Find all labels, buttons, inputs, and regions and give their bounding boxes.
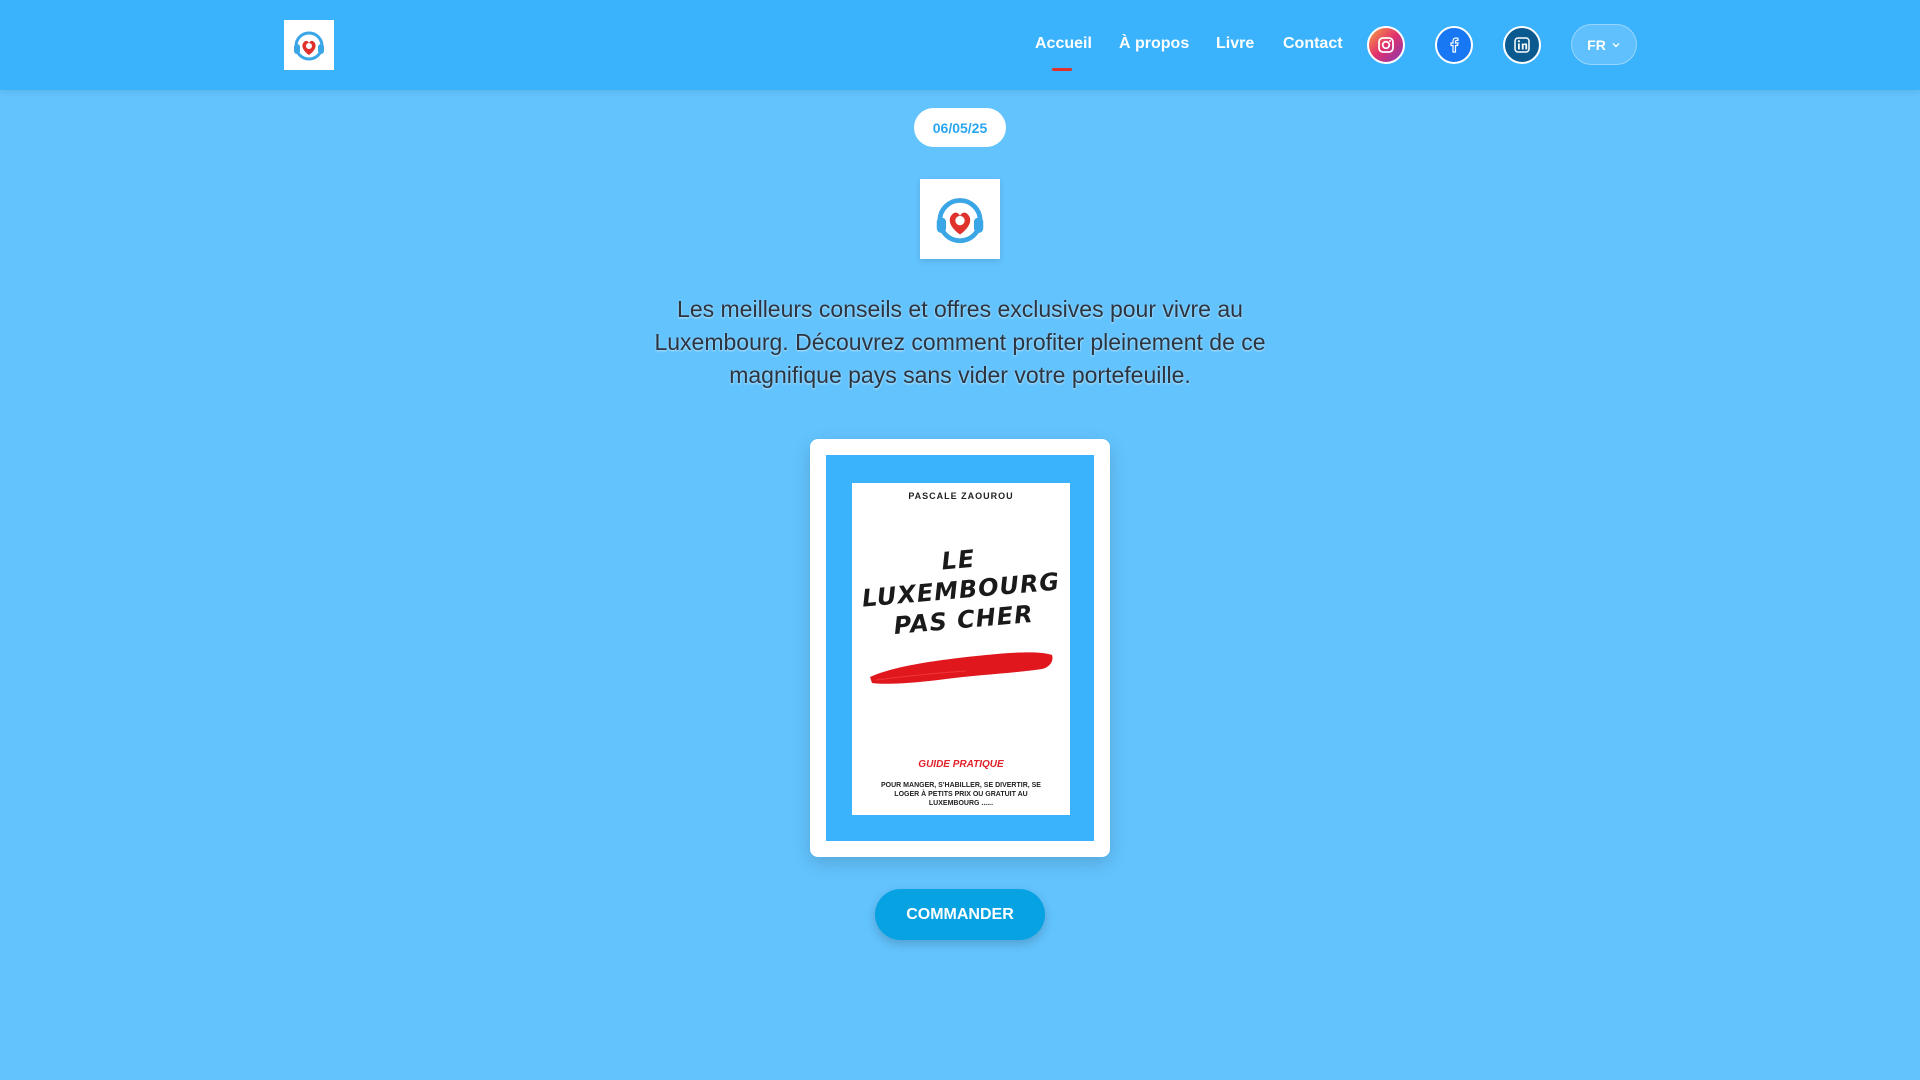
facebook-icon	[1450, 37, 1459, 53]
headset-heart-logo-icon	[936, 198, 984, 244]
book-author: PASCALE ZAOUROU	[908, 491, 1014, 501]
chevron-down-icon	[1612, 42, 1620, 47]
hero-tagline: Les meilleurs conseils et offres exclusi…	[654, 296, 1266, 388]
language-label: FR	[1587, 36, 1606, 53]
instagram-icon	[1378, 37, 1394, 53]
nav-contact[interactable]: Contact	[1283, 35, 1343, 53]
linkedin-icon	[1514, 37, 1530, 53]
headset-heart-logo-icon	[294, 31, 324, 61]
hero-logo	[920, 179, 1000, 259]
book-subtitle: GUIDE PRATIQUE	[918, 759, 1004, 770]
book-title: LE LUXEMBOURG PAS CHER	[848, 536, 1073, 645]
book-cover-background: PASCALE ZAOUROU LE LUXEMBOURG PAS CHER G…	[826, 455, 1094, 841]
nav-home[interactable]: Accueil	[1035, 35, 1092, 53]
book-description: POUR MANGER, S'HABILLER, SE DIVERTIR, SE…	[881, 782, 1041, 807]
order-button[interactable]: COMMANDER	[875, 889, 1045, 940]
nav-active-underline	[1052, 68, 1072, 71]
book-cover: PASCALE ZAOUROU LE LUXEMBOURG PAS CHER G…	[852, 483, 1070, 815]
language-selector[interactable]: FR	[1571, 24, 1637, 65]
nav-about[interactable]: À propos	[1119, 35, 1189, 53]
nav-book[interactable]: Livre	[1216, 35, 1254, 53]
red-brush-stroke	[870, 652, 1053, 684]
date-badge: 06/05/25	[914, 108, 1006, 147]
instagram-button[interactable]	[1367, 26, 1405, 64]
book-card[interactable]: PASCALE ZAOUROU LE LUXEMBOURG PAS CHER G…	[810, 439, 1110, 857]
site-header: Accueil À propos Livre Contact FR	[0, 0, 1920, 90]
site-logo[interactable]	[284, 20, 334, 70]
facebook-button[interactable]	[1435, 26, 1473, 64]
linkedin-button[interactable]	[1503, 26, 1541, 64]
